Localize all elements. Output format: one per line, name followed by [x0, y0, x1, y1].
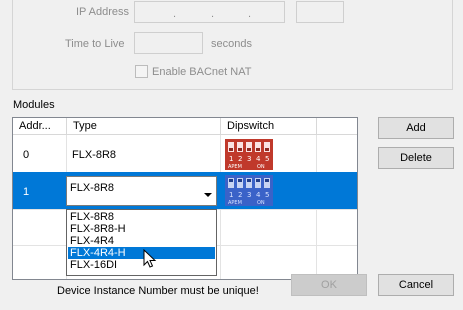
add-button[interactable]: Add — [378, 117, 454, 139]
dipswitch-number: 1 — [229, 191, 233, 199]
modules-table: Addr... Type Dipswitch 0 FLX-8R8 1 2 3 4… — [12, 117, 358, 280]
modules-heading: Modules — [13, 99, 55, 111]
type-dropdown-list[interactable]: FLX-8R8 FLX-8R8-H FLX-4R4 FLX-4R4-H FLX-… — [66, 209, 217, 276]
column-header-blank — [317, 118, 357, 135]
dipswitch-number: 3 — [247, 155, 251, 163]
ok-button[interactable]: OK — [291, 274, 367, 296]
type-combobox-value: FLX-8R8 — [70, 182, 115, 194]
address-cell: 0 — [23, 149, 30, 161]
cancel-button[interactable]: Cancel — [378, 274, 454, 296]
mouse-pointer-icon — [143, 249, 157, 268]
column-header-address[interactable]: Addr... — [13, 118, 67, 135]
dipswitch-number: 2 — [238, 155, 242, 163]
column-header-dipswitch[interactable]: Dipswitch — [221, 118, 317, 135]
seconds-unit-label: seconds — [211, 38, 252, 50]
dropdown-option[interactable]: FLX-8R8-H — [68, 223, 215, 235]
dipswitch-on-mark: ON — [257, 164, 265, 170]
column-header-type[interactable]: Type — [67, 118, 221, 135]
dipswitch-brand: APEM — [228, 200, 242, 206]
dipswitch-image: 1 2 3 4 5 APEM ON — [225, 139, 273, 170]
dipswitch-number: 4 — [256, 155, 261, 163]
delete-button[interactable]: Delete — [378, 147, 454, 169]
time-to-live-field[interactable] — [134, 32, 203, 54]
dipswitch-number: 4 — [256, 191, 261, 199]
time-to-live-label: Time to Live — [65, 38, 125, 50]
dropdown-option[interactable]: FLX-4R4 — [68, 235, 215, 247]
chevron-down-icon — [204, 193, 212, 197]
type-cell: FLX-8R8 — [72, 149, 117, 161]
dipswitch-number: 1 — [229, 155, 233, 163]
dipswitch-number: 3 — [247, 191, 251, 199]
dipswitch-number: 5 — [265, 191, 269, 199]
type-combobox-button[interactable] — [201, 178, 215, 204]
dipswitch-image: 1 2 3 4 5 APEM ON — [225, 175, 273, 206]
dipswitch-brand: APEM — [228, 164, 242, 170]
enable-bacnet-nat-checkbox[interactable] — [135, 65, 148, 78]
table-row[interactable]: 0 FLX-8R8 1 2 3 4 5 APEM ON — [13, 135, 357, 172]
dipswitch-on-mark: ON — [257, 200, 265, 206]
unique-instance-warning: Device Instance Number must be unique! — [57, 285, 259, 297]
address-cell: 1 — [23, 186, 30, 198]
dropdown-option[interactable]: FLX-8R8 — [68, 211, 215, 223]
dipswitch-number: 5 — [265, 155, 269, 163]
enable-bacnet-nat-label: Enable BACnet NAT — [152, 66, 252, 78]
ip-address-label: IP Address — [76, 6, 129, 18]
port-field[interactable] — [296, 1, 344, 23]
type-combobox[interactable]: FLX-8R8 — [66, 176, 217, 206]
ip-address-field[interactable]: . . . — [134, 1, 285, 23]
dropdown-option[interactable]: FLX-16DI — [68, 259, 215, 271]
dipswitch-number: 2 — [238, 191, 242, 199]
dropdown-option-highlighted[interactable]: FLX-4R4-H — [68, 247, 215, 259]
